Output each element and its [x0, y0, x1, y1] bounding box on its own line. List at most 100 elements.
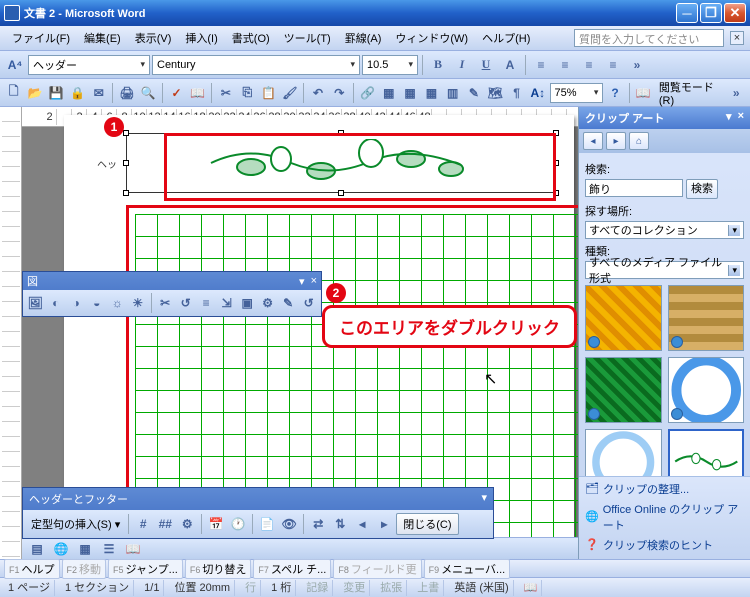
- bold-button[interactable]: B: [427, 54, 449, 76]
- maximize-button[interactable]: ❐: [700, 3, 722, 23]
- font-combo[interactable]: Century▾: [152, 55, 360, 75]
- search-tips-link[interactable]: ❓クリップ検索のヒント: [585, 535, 744, 555]
- italic-button[interactable]: I: [451, 54, 473, 76]
- view-outline-button[interactable]: ☰: [98, 538, 120, 560]
- doc-close-button[interactable]: ×: [730, 31, 744, 45]
- num-pages-button[interactable]: ##: [155, 514, 175, 534]
- print-button[interactable]: 🖨: [117, 82, 136, 104]
- picture-toolbar[interactable]: 図▾× 🖼 ◐ ◑ ◒ ☼ ☀ ✂ ↺ ≡ ⇲ ▣ ⚙ ✎ ↺: [22, 271, 322, 317]
- menu-edit[interactable]: 編集(E): [78, 27, 127, 49]
- status-spell-icon[interactable]: 📖: [520, 580, 543, 596]
- menu-help[interactable]: ヘルプ(H): [476, 27, 536, 49]
- fkey-f8[interactable]: F8フィールド更: [333, 559, 421, 579]
- insert-picture-button[interactable]: 🖼: [26, 293, 45, 313]
- type-select[interactable]: すべてのメディア ファイル形式▾: [585, 261, 744, 279]
- taskpane-back[interactable]: ◂: [583, 132, 603, 150]
- autotext-menu[interactable]: 定型句の挿入(S) ▾: [27, 514, 124, 534]
- hyperlink-button[interactable]: 🔗: [358, 82, 377, 104]
- view-normal-button[interactable]: ▤: [26, 538, 48, 560]
- mail-button[interactable]: ✉: [89, 82, 108, 104]
- fkey-f7[interactable]: F7スペル チ...: [253, 559, 331, 579]
- paste-button[interactable]: 📋: [259, 82, 278, 104]
- transparent-button[interactable]: ✎: [279, 293, 298, 313]
- excel-button[interactable]: ▦: [422, 82, 441, 104]
- fkey-f1[interactable]: F1ヘルプ: [4, 559, 60, 579]
- compress-button[interactable]: ⇲: [217, 293, 236, 313]
- docmap-button[interactable]: 🗺: [486, 82, 505, 104]
- more-std-button[interactable]: »: [727, 82, 746, 104]
- location-select[interactable]: すべてのコレクション▾: [585, 221, 744, 239]
- format-picture-button[interactable]: ⚙: [258, 293, 277, 313]
- clip-thumb-3[interactable]: [585, 357, 662, 423]
- spell-button[interactable]: ✓: [167, 82, 186, 104]
- view-reading-button[interactable]: 📖: [122, 538, 144, 560]
- search-input[interactable]: 飾り: [585, 179, 683, 197]
- prev-section-button[interactable]: ◂: [352, 514, 372, 534]
- taskpane-close[interactable]: ×: [738, 110, 744, 126]
- columns-button[interactable]: ▥: [443, 82, 462, 104]
- time-button[interactable]: 🕐: [228, 514, 248, 534]
- research-button[interactable]: 📖: [188, 82, 207, 104]
- less-contrast-button[interactable]: ◒: [88, 293, 107, 313]
- reset-picture-button[interactable]: ↺: [299, 293, 318, 313]
- clip-thumb-2[interactable]: [668, 285, 745, 351]
- gridlines-button[interactable]: A↕: [528, 82, 547, 104]
- office-online-link[interactable]: 🌐Office Online のクリップ アート: [585, 499, 744, 535]
- view-print-button[interactable]: ▦: [74, 538, 96, 560]
- cut-button[interactable]: ✂: [216, 82, 235, 104]
- align-left-button[interactable]: ≡: [530, 54, 552, 76]
- fkey-f5[interactable]: F5ジャンプ...: [108, 559, 183, 579]
- ask-question-box[interactable]: 質問を入力してください: [574, 29, 724, 47]
- close-button[interactable]: ✕: [724, 3, 746, 23]
- taskpane-fwd[interactable]: ▸: [606, 132, 626, 150]
- line-style-button[interactable]: ≡: [197, 293, 216, 313]
- less-brightness-button[interactable]: ☀: [129, 293, 148, 313]
- tables-borders-button[interactable]: ▦: [379, 82, 398, 104]
- clip-thumb-4[interactable]: [668, 357, 745, 423]
- document-area[interactable]: 2246810121416182022242628303234363840424…: [22, 107, 578, 559]
- align-right-button[interactable]: ≡: [578, 54, 600, 76]
- reading-mode-label[interactable]: 閲覧モード(R): [655, 77, 725, 109]
- align-center-button[interactable]: ≡: [554, 54, 576, 76]
- menu-view[interactable]: 表示(V): [129, 27, 178, 49]
- date-button[interactable]: 📅: [206, 514, 226, 534]
- redo-button[interactable]: ↷: [330, 82, 349, 104]
- new-button[interactable]: 🗋: [4, 82, 23, 104]
- page-setup-button[interactable]: 📄: [257, 514, 277, 534]
- taskpane-home[interactable]: ⌂: [629, 132, 649, 150]
- vertical-ruler[interactable]: [0, 107, 22, 559]
- enclose-button[interactable]: A: [499, 54, 521, 76]
- page-number-button[interactable]: #: [133, 514, 153, 534]
- size-combo[interactable]: 10.5▾: [362, 55, 418, 75]
- picture-toolbar-close[interactable]: ×: [311, 275, 317, 287]
- view-web-button[interactable]: 🌐: [50, 538, 72, 560]
- align-justify-button[interactable]: ≡: [602, 54, 624, 76]
- fkey-f9[interactable]: F9メニューバ...: [424, 559, 511, 579]
- fkey-f2[interactable]: F2移動: [62, 559, 107, 579]
- underline-button[interactable]: U: [475, 54, 497, 76]
- format-painter-button[interactable]: 🖌: [280, 82, 299, 104]
- more-contrast-button[interactable]: ◑: [67, 293, 86, 313]
- help-button[interactable]: ?: [605, 82, 624, 104]
- show-para-button[interactable]: ¶: [507, 82, 526, 104]
- minimize-button[interactable]: ─: [676, 3, 698, 23]
- fkey-f6[interactable]: F6切り替え: [185, 559, 252, 579]
- save-button[interactable]: 💾: [47, 82, 66, 104]
- next-section-button[interactable]: ▸: [374, 514, 394, 534]
- more-button[interactable]: »: [626, 54, 648, 76]
- clip-thumb-5[interactable]: [585, 429, 662, 476]
- taskpane-menu[interactable]: ▾: [726, 110, 732, 126]
- table-button[interactable]: ▦: [400, 82, 419, 104]
- search-button[interactable]: 検索: [686, 179, 718, 199]
- drawing-button[interactable]: ✎: [464, 82, 483, 104]
- copy-button[interactable]: ⎘: [238, 82, 257, 104]
- picture-toolbar-opts[interactable]: ▾: [299, 275, 305, 288]
- undo-button[interactable]: ↶: [308, 82, 327, 104]
- menu-tools[interactable]: ツール(T): [278, 27, 337, 49]
- open-button[interactable]: 📂: [25, 82, 44, 104]
- menu-table[interactable]: 罫線(A): [339, 27, 388, 49]
- menu-format[interactable]: 書式(O): [226, 27, 276, 49]
- rotate-left-button[interactable]: ↺: [176, 293, 195, 313]
- clip-thumb-6-selected[interactable]: [668, 429, 745, 476]
- switch-hf-button[interactable]: ⇅: [330, 514, 350, 534]
